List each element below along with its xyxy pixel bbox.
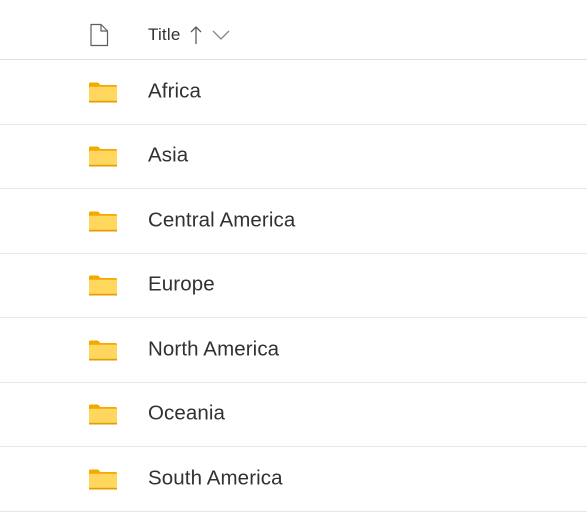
folder-name: Europe (148, 272, 215, 296)
folder-name: Oceania (148, 401, 226, 425)
folder-name: North America (148, 337, 280, 361)
list-item[interactable]: Central America (0, 189, 587, 254)
list-item[interactable]: Europe (0, 254, 587, 318)
title-column-header[interactable]: Title (148, 22, 231, 48)
list-item[interactable]: Africa (0, 60, 587, 125)
list-item[interactable]: South America (0, 447, 587, 512)
chevron-down-icon[interactable] (211, 28, 231, 42)
list-header: Title (0, 0, 587, 60)
folder-name: Central America (148, 208, 296, 232)
title-column-label: Title (148, 25, 181, 44)
folder-icon (88, 467, 118, 491)
folder-name: Africa (148, 79, 202, 103)
folder-icon (88, 80, 118, 104)
list-item[interactable]: Oceania (0, 383, 587, 447)
folder-icon (88, 273, 118, 297)
folder-icon (88, 209, 118, 233)
list-item[interactable]: North America (0, 318, 587, 383)
document-icon[interactable] (88, 23, 110, 47)
folder-icon (88, 338, 118, 362)
folder-list: Title Africa Asia Central America Europe… (0, 0, 587, 513)
arrow-up-icon (189, 24, 203, 46)
folder-icon (88, 402, 118, 426)
folder-name: Asia (148, 143, 189, 167)
folder-icon (88, 144, 118, 168)
list-item[interactable]: Asia (0, 125, 587, 189)
folder-name: South America (148, 466, 283, 490)
